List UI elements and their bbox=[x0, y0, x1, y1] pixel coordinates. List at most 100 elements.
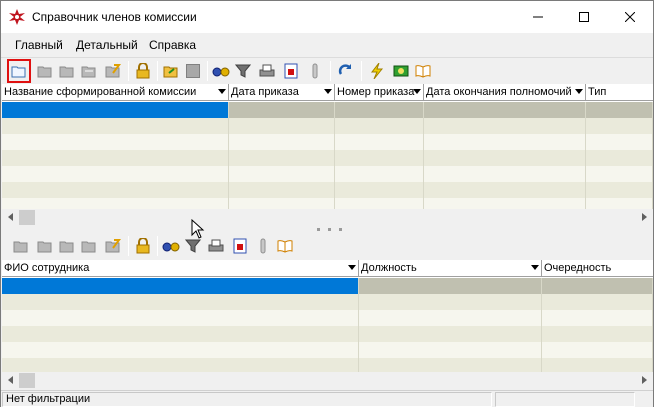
table-cell[interactable] bbox=[542, 342, 653, 358]
table-cell[interactable] bbox=[2, 326, 359, 342]
chevron-down-icon[interactable] bbox=[575, 89, 583, 94]
table-cell[interactable] bbox=[229, 182, 335, 198]
table-cell[interactable] bbox=[229, 166, 335, 182]
table-cell[interactable] bbox=[586, 150, 653, 166]
table-cell[interactable] bbox=[335, 102, 424, 118]
table-cell[interactable] bbox=[2, 278, 359, 294]
table-cell[interactable] bbox=[335, 198, 424, 209]
table-row[interactable] bbox=[2, 294, 653, 310]
table-cell[interactable] bbox=[2, 118, 229, 134]
table-cell[interactable] bbox=[229, 198, 335, 209]
table-cell[interactable] bbox=[2, 102, 229, 118]
table-cell[interactable] bbox=[424, 102, 586, 118]
find-button[interactable] bbox=[161, 236, 181, 256]
top-horizontal-scrollbar[interactable] bbox=[2, 209, 653, 226]
column-header-order-number[interactable]: Номер приказа bbox=[335, 84, 424, 101]
chevron-down-icon[interactable] bbox=[348, 265, 356, 270]
table-cell[interactable] bbox=[586, 118, 653, 134]
table-row[interactable] bbox=[2, 182, 653, 198]
scroll-left-icon[interactable] bbox=[8, 213, 13, 221]
column-header-order-date[interactable]: Дата приказа bbox=[229, 84, 335, 101]
column-header-commission-name[interactable]: Название сформированной комиссии bbox=[2, 84, 229, 101]
table-cell[interactable] bbox=[542, 294, 653, 310]
add-folder-button[interactable] bbox=[35, 61, 55, 81]
table-cell[interactable] bbox=[424, 198, 586, 209]
open-button[interactable] bbox=[7, 59, 31, 83]
menu-help[interactable]: Справка bbox=[149, 38, 196, 52]
table-cell[interactable] bbox=[359, 358, 542, 372]
table-cell[interactable] bbox=[2, 166, 229, 182]
table-cell[interactable] bbox=[424, 118, 586, 134]
table-row[interactable] bbox=[2, 150, 653, 166]
table-cell[interactable] bbox=[335, 182, 424, 198]
book-button[interactable] bbox=[413, 61, 433, 81]
print-button[interactable] bbox=[257, 61, 277, 81]
table-row[interactable] bbox=[2, 134, 653, 150]
column-header-term-end[interactable]: Дата окончания полномочий bbox=[424, 84, 586, 101]
report-button[interactable] bbox=[281, 61, 301, 81]
table-cell[interactable] bbox=[335, 150, 424, 166]
table-cell[interactable] bbox=[424, 166, 586, 182]
table-cell[interactable] bbox=[542, 278, 653, 294]
refresh-button[interactable] bbox=[336, 61, 356, 81]
bottom-horizontal-scrollbar[interactable] bbox=[2, 372, 653, 389]
table-cell[interactable] bbox=[335, 166, 424, 182]
filter-button[interactable] bbox=[183, 236, 203, 256]
table-cell[interactable] bbox=[335, 134, 424, 150]
edit-folder-button[interactable] bbox=[57, 61, 77, 81]
chevron-down-icon[interactable] bbox=[218, 89, 226, 94]
chevron-down-icon[interactable] bbox=[324, 89, 332, 94]
table-row[interactable] bbox=[2, 326, 653, 342]
table-cell[interactable] bbox=[359, 310, 542, 326]
scroll-right-icon[interactable] bbox=[642, 213, 647, 221]
table-cell[interactable] bbox=[586, 182, 653, 198]
open-button[interactable] bbox=[11, 236, 31, 256]
lock-button[interactable] bbox=[133, 236, 153, 256]
column-header-employee-name[interactable]: ФИО сотрудника bbox=[2, 260, 359, 277]
scroll-thumb[interactable] bbox=[19, 210, 35, 225]
table-cell[interactable] bbox=[586, 102, 653, 118]
attach-button[interactable] bbox=[253, 236, 273, 256]
table-cell[interactable] bbox=[2, 134, 229, 150]
table-row[interactable] bbox=[2, 358, 653, 372]
table-cell[interactable] bbox=[229, 150, 335, 166]
print-button[interactable] bbox=[206, 236, 226, 256]
table-cell[interactable] bbox=[542, 326, 653, 342]
minimize-button[interactable] bbox=[515, 1, 561, 32]
menu-main[interactable]: Главный bbox=[15, 38, 63, 52]
maximize-button[interactable] bbox=[561, 1, 607, 32]
table-cell[interactable] bbox=[424, 134, 586, 150]
folder-note-button[interactable] bbox=[103, 236, 123, 256]
add-folder-button[interactable] bbox=[35, 236, 55, 256]
table-cell[interactable] bbox=[2, 358, 359, 372]
lightning-button[interactable] bbox=[367, 61, 387, 81]
table-cell[interactable] bbox=[586, 198, 653, 209]
table-cell[interactable] bbox=[424, 182, 586, 198]
column-header-position[interactable]: Должность bbox=[359, 260, 542, 277]
table-cell[interactable] bbox=[359, 278, 542, 294]
table-cell[interactable] bbox=[586, 166, 653, 182]
table-cell[interactable] bbox=[2, 342, 359, 358]
pane-splitter[interactable] bbox=[1, 226, 653, 233]
table-cell[interactable] bbox=[2, 150, 229, 166]
lock-button[interactable] bbox=[133, 61, 153, 81]
close-button[interactable] bbox=[607, 1, 653, 32]
money-button[interactable] bbox=[391, 61, 411, 81]
save-button[interactable] bbox=[183, 61, 203, 81]
table-cell[interactable] bbox=[229, 102, 335, 118]
members-grid[interactable]: ФИО сотрудника Должность Очередность bbox=[2, 260, 653, 372]
table-cell[interactable] bbox=[424, 150, 586, 166]
edit-folder-button[interactable] bbox=[57, 236, 77, 256]
table-cell[interactable] bbox=[542, 310, 653, 326]
table-row[interactable] bbox=[2, 198, 653, 209]
table-cell[interactable] bbox=[229, 118, 335, 134]
chevron-down-icon[interactable] bbox=[531, 265, 539, 270]
chevron-down-icon[interactable] bbox=[413, 89, 421, 94]
attach-button[interactable] bbox=[305, 61, 325, 81]
table-cell[interactable] bbox=[359, 326, 542, 342]
scroll-right-icon[interactable] bbox=[642, 376, 647, 384]
menu-detail[interactable]: Детальный bbox=[76, 38, 138, 52]
folder-note-button[interactable] bbox=[103, 61, 123, 81]
table-row[interactable] bbox=[2, 166, 653, 182]
column-header-type[interactable]: Тип bbox=[586, 84, 653, 101]
